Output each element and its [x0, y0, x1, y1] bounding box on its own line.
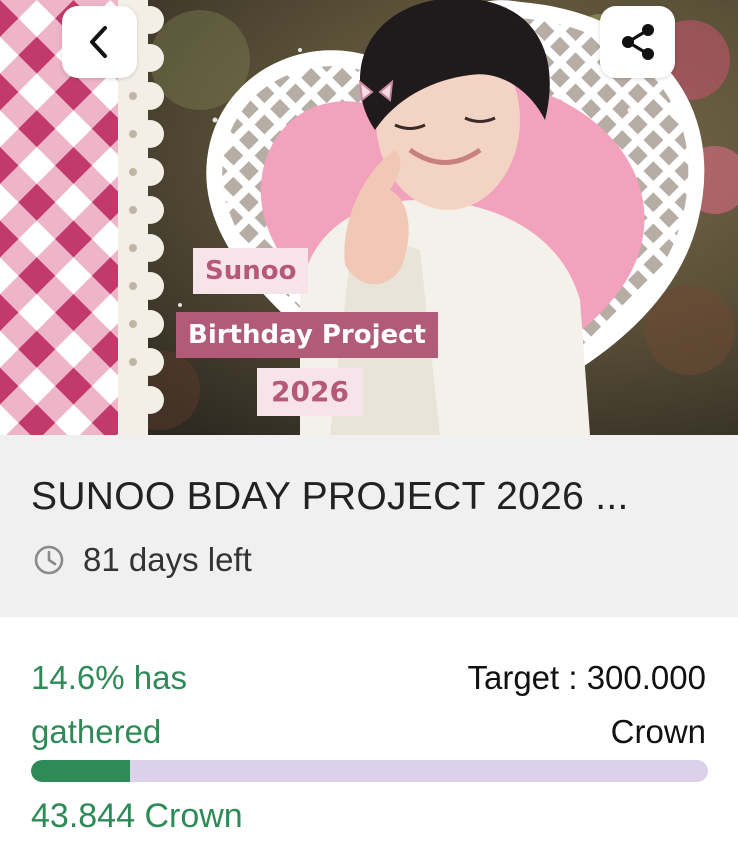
- project-title: SUNOO BDAY PROJECT 2026 ...: [31, 475, 629, 518]
- banner-tag-year: 2026: [257, 368, 363, 416]
- funding-progress: 14.6% has gathered Target : 300.000 Crow…: [0, 617, 738, 843]
- days-left-text: 81 days left: [83, 541, 252, 578]
- days-left-row: 81 days left: [33, 541, 252, 579]
- share-icon: [621, 24, 654, 60]
- gathered-percentage: 14.6% has gathered: [31, 659, 187, 750]
- back-button[interactable]: [62, 6, 137, 78]
- banner-tag-name: Sunoo: [193, 248, 309, 294]
- chevron-left-icon: [89, 26, 107, 58]
- project-banner: Sunoo Birthday Project 2026: [0, 0, 738, 435]
- collected-amount: 43.844 Crown: [31, 797, 243, 835]
- progress-bar: [31, 760, 708, 782]
- target-amount: Target : 300.000 Crown: [467, 659, 706, 750]
- banner-tag-project: Birthday Project: [176, 312, 438, 358]
- progress-bar-fill: [31, 760, 130, 782]
- project-info: SUNOO BDAY PROJECT 2026 ... 81 days left: [0, 435, 738, 617]
- clock-icon: [34, 545, 64, 575]
- share-button[interactable]: [600, 6, 675, 78]
